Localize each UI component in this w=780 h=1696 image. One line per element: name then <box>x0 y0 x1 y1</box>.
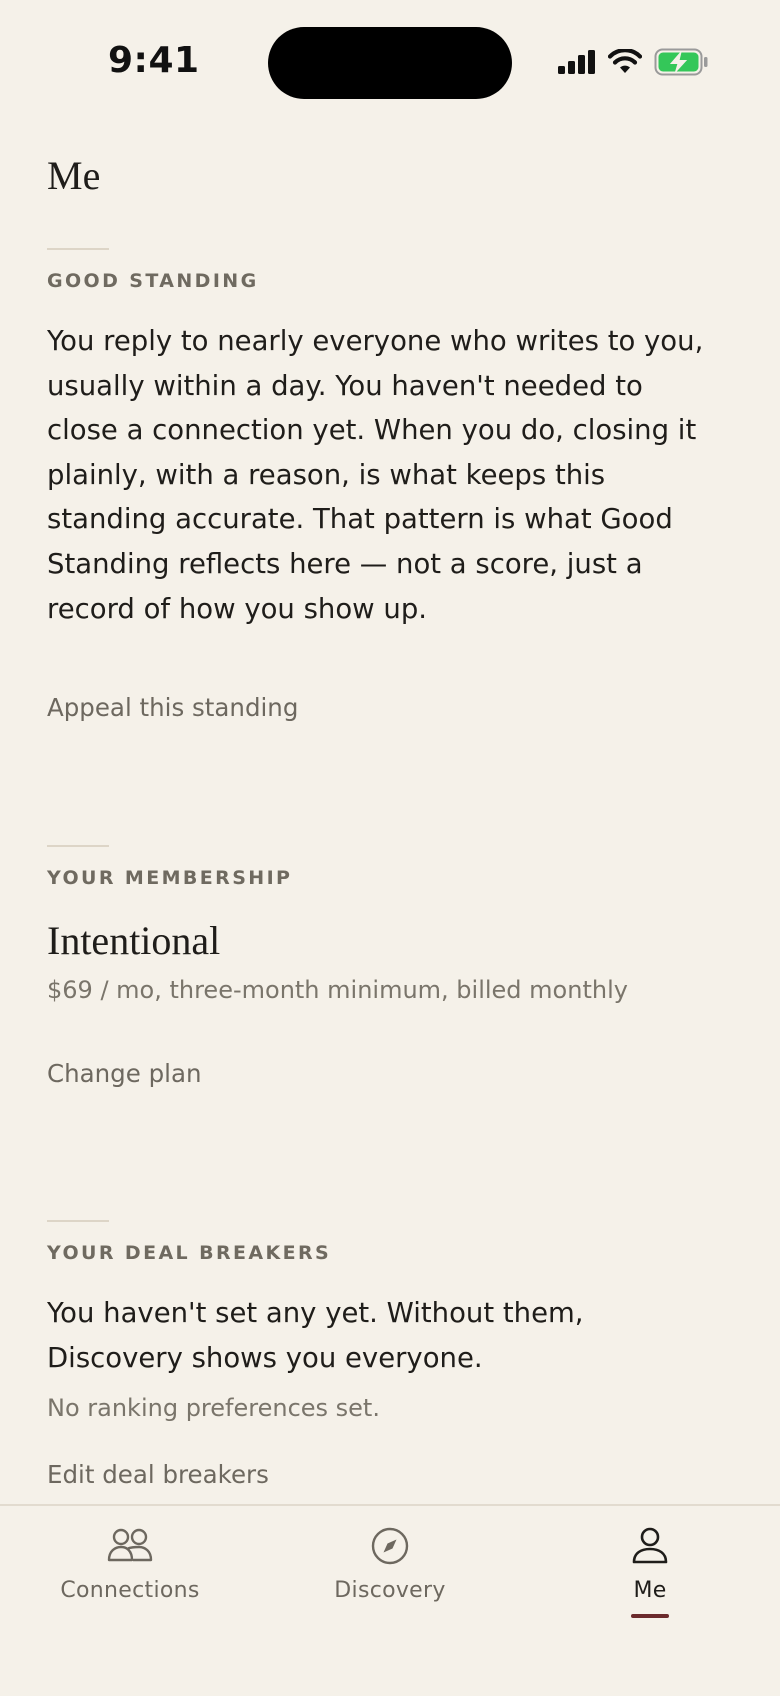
appeal-standing-link[interactable]: Appeal this standing <box>47 693 737 722</box>
section-divider <box>47 845 109 847</box>
description-line: plainly, with a reason, is what keeps th… <box>47 458 606 491</box>
good-standing-section: GOOD STANDING You reply to nearly everyo… <box>47 248 737 722</box>
wifi-icon <box>608 49 642 73</box>
tab-connections[interactable]: Connections <box>30 1506 230 1646</box>
section-divider <box>47 1220 109 1222</box>
page-title: Me <box>47 153 101 198</box>
description-line: You reply to nearly everyone who writes … <box>47 325 704 357</box>
description-line: Standing reflects here — not a score, ju… <box>47 547 643 580</box>
description-line: standing accurate. That pattern is what … <box>47 503 673 536</box>
edit-deal-breakers-link[interactable]: Edit deal breakers <box>47 1460 737 1489</box>
description-line: usually within a day. You haven't needed… <box>47 369 643 402</box>
membership-eyebrow: YOUR MEMBERSHIP <box>47 867 293 889</box>
good-standing-eyebrow: GOOD STANDING <box>47 270 259 292</box>
description-line: close a connection yet. When you do, clo… <box>47 414 697 447</box>
tab-discovery[interactable]: Discovery <box>290 1506 490 1646</box>
tab-label: Me <box>633 1578 667 1603</box>
ranking-note: No ranking preferences set. <box>47 1394 380 1423</box>
description-line: You haven't set any yet. Without them, <box>47 1297 584 1329</box>
description-line: record of how you show up. <box>47 592 428 625</box>
membership-section: YOUR MEMBERSHIP Intentional $69 / mo, th… <box>47 845 737 1088</box>
change-plan-link[interactable]: Change plan <box>47 1059 737 1088</box>
bottom-tab-bar: Connections Discovery Me <box>0 1504 780 1696</box>
deal-breakers-section: YOUR DEAL BREAKERS You haven't set any y… <box>47 1220 737 1489</box>
description-line: Discovery shows you everyone. <box>47 1341 483 1374</box>
active-tab-indicator <box>631 1614 669 1618</box>
status-icons <box>558 46 708 78</box>
section-divider <box>47 248 109 250</box>
dynamic-island <box>268 27 512 99</box>
status-bar: 9:41 <box>0 0 780 120</box>
tab-me[interactable]: Me <box>550 1506 750 1646</box>
battery-charging-icon <box>654 48 708 76</box>
status-time: 9:41 <box>108 40 200 81</box>
good-standing-description: You reply to nearly everyone who writes … <box>47 319 737 631</box>
people-icon <box>107 1528 153 1562</box>
compass-icon <box>371 1527 409 1565</box>
deal-breakers-eyebrow: YOUR DEAL BREAKERS <box>47 1242 332 1264</box>
plan-name: Intentional <box>47 918 221 963</box>
deal-breakers-description: You haven't set any yet. Without them, D… <box>47 1291 737 1380</box>
plan-details: $69 / mo, three-month minimum, billed mo… <box>47 976 628 1004</box>
tab-label: Connections <box>60 1578 200 1603</box>
signal-icon <box>558 50 595 74</box>
person-icon <box>632 1527 668 1564</box>
tab-label: Discovery <box>334 1578 446 1603</box>
